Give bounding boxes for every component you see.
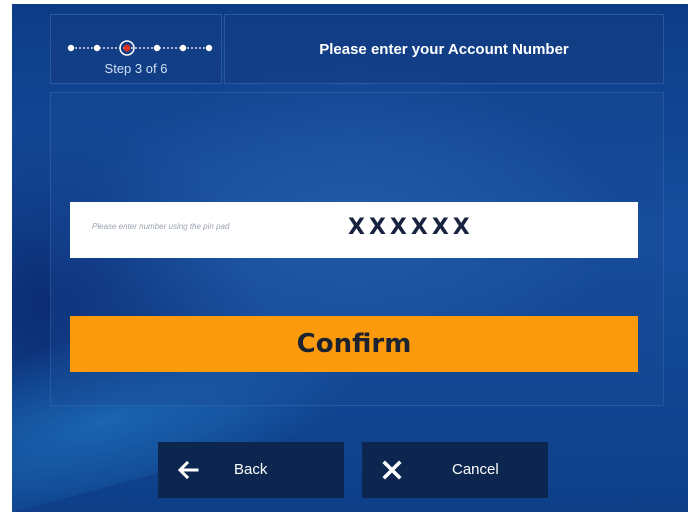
account-number-field[interactable]: Please enter number using the pin pad XX… bbox=[70, 202, 638, 258]
confirm-button[interactable]: Confirm bbox=[70, 316, 638, 372]
close-icon bbox=[382, 460, 402, 480]
arrow-left-icon bbox=[177, 460, 199, 480]
account-number-value: XXXXXX bbox=[348, 215, 474, 240]
step-dot-1 bbox=[67, 44, 75, 52]
back-button-label: Back bbox=[234, 461, 268, 478]
cancel-button-label: Cancel bbox=[452, 461, 499, 478]
title-bar: Please enter your Account Number bbox=[224, 14, 664, 84]
page-title: Please enter your Account Number bbox=[319, 40, 569, 58]
step-indicator: Step 3 of 6 bbox=[50, 14, 222, 84]
step-dot-4 bbox=[153, 44, 161, 52]
back-button[interactable]: Back bbox=[158, 442, 344, 498]
header: Step 3 of 6 Please enter your Account Nu… bbox=[12, 4, 688, 88]
kiosk-screen: Step 3 of 6 Please enter your Account Nu… bbox=[12, 4, 688, 512]
step-progress-dots bbox=[67, 40, 213, 56]
step-dot-2 bbox=[93, 44, 101, 52]
step-dot-5 bbox=[179, 44, 187, 52]
step-label: Step 3 of 6 bbox=[104, 61, 168, 76]
cancel-button[interactable]: Cancel bbox=[362, 442, 548, 498]
step-dot-6 bbox=[205, 44, 213, 52]
account-number-hint: Please enter number using the pin pad bbox=[92, 222, 230, 231]
step-dot-3-active bbox=[123, 44, 131, 52]
